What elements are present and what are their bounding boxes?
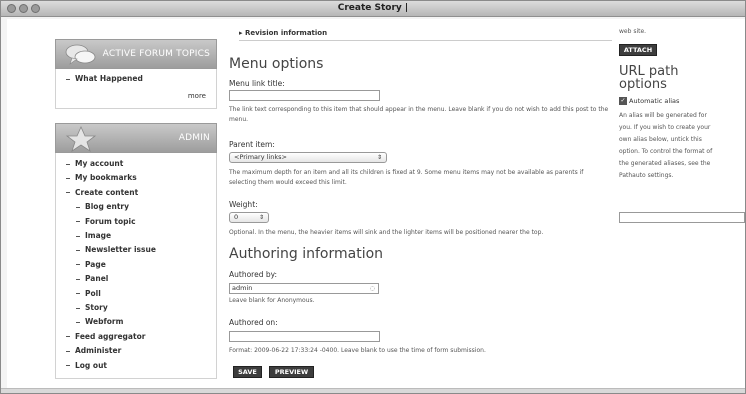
preview-button[interactable]: PREVIEW — [269, 366, 314, 378]
bullet-icon — [76, 307, 80, 309]
divider — [239, 40, 612, 41]
admin-nav-label: My account — [75, 159, 124, 168]
admin-nav-label: Newsletter issue — [85, 245, 156, 255]
bullet-icon — [66, 365, 70, 367]
admin-nav-label: Page — [85, 259, 106, 269]
menu-link-title-input[interactable] — [229, 90, 380, 101]
admin-nav-item[interactable]: Forum topic — [76, 217, 136, 226]
bullet-icon — [76, 235, 80, 237]
browser-window: Create Story | ACTIVE FORUM TOPICS What … — [0, 0, 746, 394]
bullet-icon — [76, 278, 80, 280]
title-bar: Create Story | — [1, 1, 745, 17]
bullet-icon — [76, 293, 80, 295]
forum-topic-link[interactable]: What Happened — [66, 74, 143, 83]
bullet-icon — [66, 163, 70, 165]
admin-nav-label: Poll — [85, 288, 101, 298]
admin-block-title: ADMIN — [178, 133, 210, 143]
bullet-icon — [76, 221, 80, 223]
admin-block-header: ADMIN — [55, 123, 217, 153]
admin-nav-item[interactable]: Panel — [76, 274, 108, 283]
bullet-icon — [76, 321, 80, 323]
save-button[interactable]: SAVE — [233, 366, 262, 378]
admin-nav-label: Administer — [75, 346, 122, 356]
menu-link-title-help: The link text corresponding to this item… — [229, 106, 609, 123]
authored-on-label: Authored on: — [229, 318, 278, 327]
admin-nav-label: Log out — [75, 360, 107, 370]
automatic-alias-option[interactable]: ✓ Automatic alias — [619, 97, 679, 105]
automatic-alias-label: Automatic alias — [629, 97, 680, 105]
forum-block-title: ACTIVE FORUM TOPICS — [102, 49, 210, 59]
bullet-icon — [76, 206, 80, 208]
admin-nav-label: Blog entry — [85, 202, 130, 212]
admin-nav-item[interactable]: My bookmarks — [66, 173, 137, 182]
admin-nav-item[interactable]: Log out — [66, 361, 107, 370]
admin-nav-label: Forum topic — [85, 216, 136, 226]
weight-label: Weight: — [229, 200, 258, 209]
bullet-icon — [66, 336, 70, 338]
attach-button[interactable]: ATTACH — [619, 44, 657, 56]
admin-nav-label: Feed aggregator — [75, 331, 146, 341]
bullet-icon — [66, 192, 70, 194]
authoring-info-heading: Authoring information — [229, 246, 384, 262]
parent-item-help: The maximum depth for an item and all it… — [229, 169, 584, 186]
chat-bubbles-icon — [65, 44, 96, 65]
admin-nav-item[interactable]: Poll — [76, 289, 101, 298]
admin-nav-item[interactable]: Feed aggregator — [66, 332, 145, 341]
admin-nav-item[interactable]: Newsletter issue — [76, 245, 156, 254]
authored-on-help: Format: 2009-06-22 17:33:24 -0400. Leave… — [229, 347, 486, 354]
admin-nav-item[interactable]: Create content — [66, 188, 138, 197]
admin-nav-item[interactable]: Story — [76, 303, 108, 312]
admin-nav-label: Webform — [85, 317, 124, 327]
star-icon — [65, 126, 97, 152]
forum-block-body: What Happened more — [55, 69, 217, 109]
admin-nav-label: My bookmarks — [75, 173, 137, 183]
authored-by-input[interactable]: admin ◌ — [229, 283, 379, 294]
weight-value: 0 — [234, 213, 239, 221]
web-site-text: web site. — [619, 28, 647, 35]
authored-on-input[interactable] — [229, 331, 380, 342]
authored-by-label: Authored by: — [229, 270, 278, 279]
admin-nav-label: Panel — [85, 274, 109, 284]
weight-help: Optional. In the menu, the heavier items… — [229, 229, 544, 236]
bullet-icon — [66, 177, 70, 179]
admin-nav-label: Image — [85, 231, 112, 240]
bullet-icon — [66, 350, 70, 352]
parent-item-value: <Primary links> — [234, 153, 287, 161]
url-alias-input[interactable] — [619, 212, 745, 223]
select-arrow-icon: ⇕ — [376, 154, 382, 161]
bullet-icon — [76, 264, 80, 266]
admin-nav-item[interactable]: Page — [76, 260, 106, 269]
admin-nav-item[interactable]: Image — [76, 231, 111, 240]
parent-item-select[interactable]: <Primary links> ⇕ — [229, 152, 387, 163]
admin-nav-item[interactable]: Blog entry — [76, 202, 129, 211]
url-alias-help: An alias will be generated for you. If y… — [619, 112, 713, 179]
forum-more-link[interactable]: more — [188, 92, 206, 100]
menu-link-title-label: Menu link title: — [229, 79, 285, 88]
revision-info-link[interactable]: ▸ Revision information — [239, 29, 327, 37]
select-arrow-icon: ⇕ — [258, 214, 264, 221]
url-path-options-heading: URL path options — [619, 64, 679, 92]
status-bar — [1, 388, 745, 393]
weight-select[interactable]: 0 ⇕ — [229, 212, 269, 223]
forum-block-header: ACTIVE FORUM TOPICS — [55, 39, 217, 69]
window-title: Create Story | — [337, 3, 409, 13]
admin-nav-item[interactable]: Webform — [76, 317, 123, 326]
authored-by-help: Leave blank for Anonymous. — [229, 297, 315, 304]
admin-nav-label: Story — [85, 303, 108, 312]
admin-block-body: My account My bookmarks Create content Blog… — [55, 153, 217, 379]
menu-options-heading: Menu options — [229, 56, 324, 72]
admin-nav-label: Create content — [75, 187, 139, 197]
autocomplete-icon: ◌ — [369, 285, 375, 292]
parent-item-label: Parent item: — [229, 140, 275, 149]
page-content: ACTIVE FORUM TOPICS What Happened more A… — [7, 19, 745, 389]
checkbox-checked-icon[interactable]: ✓ — [619, 97, 627, 105]
admin-nav-item[interactable]: Administer — [66, 346, 121, 355]
admin-nav-item[interactable]: My account — [66, 159, 123, 168]
bullet-icon — [76, 249, 80, 251]
